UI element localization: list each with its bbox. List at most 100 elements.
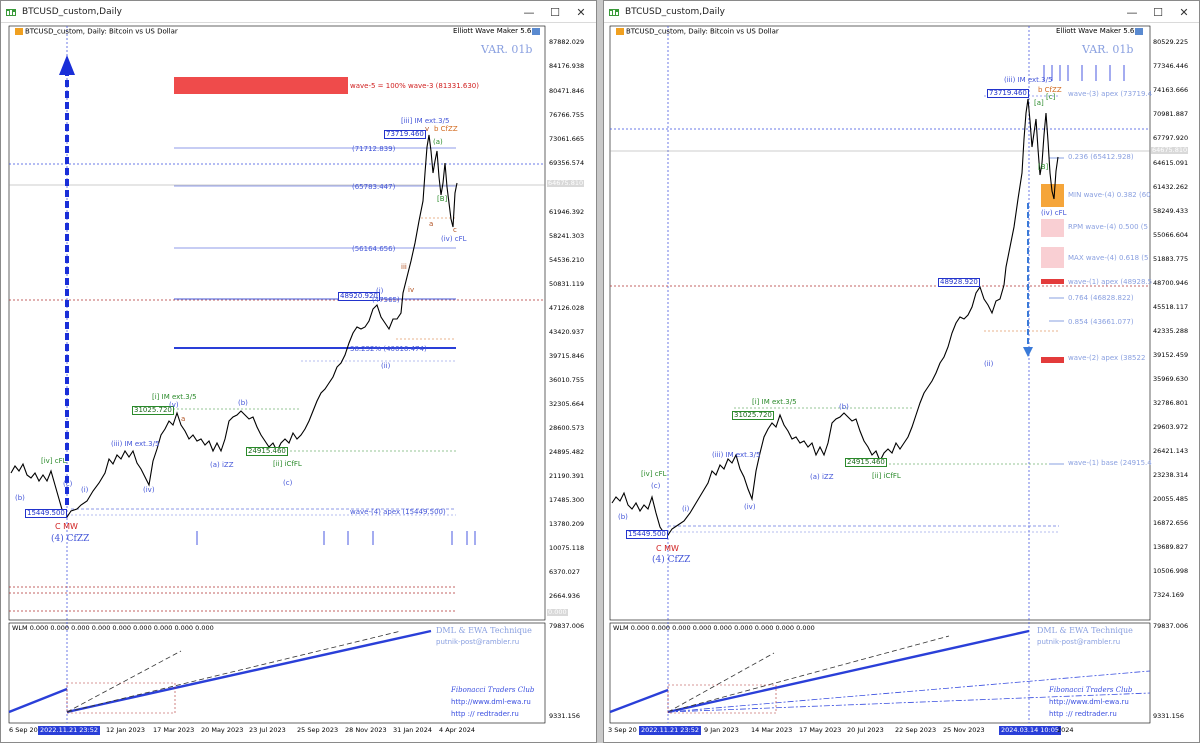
price-box: 48928.920	[938, 278, 980, 287]
wave-label: (i)	[81, 486, 89, 494]
wave-label: [B]	[1038, 163, 1049, 171]
minimize-icon[interactable]: —	[1119, 3, 1145, 21]
price-tick: 87882.029	[549, 38, 585, 46]
wave-label: (c)	[283, 479, 293, 487]
variant-label: VAR. 01b	[481, 43, 533, 56]
wave-label: C MW	[55, 522, 78, 531]
wave-label: [a]	[1034, 99, 1044, 107]
time-tick: 20 May 2023	[201, 726, 244, 734]
left-chart-window[interactable]: BTCUSD_custom,Daily — ☐ ✕ BTCUSD_custom,…	[0, 0, 597, 743]
zero-marker: 0.000	[547, 608, 568, 616]
time-tick: 9 Jan 2023	[704, 726, 739, 734]
credit-url1: http://www.dml-ewa.ru	[1049, 698, 1129, 706]
price-tick: 36010.755	[549, 376, 585, 384]
time-tick: 31 Jan 2024	[393, 726, 432, 734]
price-tick: 45518.117	[1153, 303, 1189, 311]
price-tick: 10506.998	[1153, 567, 1189, 575]
right-window-titlebar[interactable]: BTCUSD_custom,Daily — ☐ ✕	[604, 1, 1199, 23]
wave-label: (iii) IM ext.3/5	[712, 451, 761, 459]
wave-label: v	[425, 125, 430, 133]
price-tick: 7324.169	[1153, 591, 1185, 599]
price-tick: 55066.604	[1153, 231, 1189, 239]
wave-label: b CfZZ	[434, 125, 458, 133]
wave-label: (4) CfZZ	[652, 555, 691, 565]
chart-symbol-icon	[616, 28, 624, 35]
price-tick: 17485.300	[549, 496, 585, 504]
wave-label: (a)	[433, 138, 443, 146]
price-tick: 32305.664	[549, 400, 585, 408]
credit-email: putnik-post@rambler.ru	[1037, 638, 1121, 646]
time-tick: 6 Sep 20	[9, 726, 38, 734]
wave-label: (a) iZZ	[210, 461, 234, 469]
price-tick: 54536.210	[549, 256, 585, 264]
price-tick: 80529.225	[1153, 38, 1189, 46]
fib-zone-label: wave-(3) apex (73719.4	[1068, 90, 1153, 98]
close-icon[interactable]: ✕	[568, 3, 594, 21]
price-box: 31025.720	[132, 406, 174, 415]
chart-header: BTCUSD_custom, Daily: Bitcoin vs US Doll…	[616, 28, 779, 36]
apex-label: wave-(4) apex (15449.500)	[350, 508, 446, 516]
sub-axis-tick: 9331.156	[549, 712, 581, 720]
price-tick: 61432.262	[1153, 183, 1189, 191]
time-tick: 23 Jul 2023	[249, 726, 286, 734]
wave-label: (iv)	[143, 486, 155, 494]
price-tick: 26421.143	[1153, 447, 1189, 455]
wave-label: (b)	[618, 513, 628, 521]
fib-zone-label: wave-(1) apex (48928.5	[1068, 278, 1153, 286]
wave-label: [i] IM ext.3/5	[752, 398, 797, 406]
wave-label: a	[181, 415, 186, 423]
wave-label: (a) iZZ	[810, 473, 834, 481]
fib-level-label: (47565)	[372, 296, 400, 304]
left-window-titlebar[interactable]: BTCUSD_custom,Daily — ☐ ✕	[1, 1, 596, 23]
time-tick: 14 Mar 2023	[751, 726, 793, 734]
maximize-icon[interactable]: ☐	[1145, 3, 1171, 21]
fib-zone-label: 0.854 (43661.077)	[1068, 318, 1134, 326]
fib-level-label: (71712.839)	[352, 145, 396, 153]
price-tick: 48700.946	[1153, 279, 1189, 287]
price-tick: 42335.288	[1153, 327, 1189, 335]
wave-label: (c)	[651, 482, 661, 490]
wave-label: [iv] cFL	[41, 457, 67, 465]
right-price-chart[interactable]	[604, 23, 1200, 743]
credit-email: putnik-post@rambler.ru	[436, 638, 520, 646]
time-cursor-label: 2024.03.14 10:05	[999, 726, 1062, 735]
price-tick: 69356.574	[549, 159, 585, 167]
right-chart-window[interactable]: BTCUSD_custom,Daily — ☐ ✕ BTCUSD_custom,…	[603, 0, 1200, 743]
indicator-icon	[532, 28, 540, 35]
wave-label: (v)	[169, 401, 179, 409]
indicator-name: Elliott Wave Maker 5.63	[1056, 27, 1139, 35]
left-price-chart[interactable]	[1, 23, 597, 743]
price-tick: 67797.920	[1153, 134, 1189, 142]
time-tick: 17 Mar 2023	[153, 726, 195, 734]
wave-label: (4) CfZZ	[51, 534, 90, 544]
price-tick: 43420.937	[549, 328, 585, 336]
price-tick: 50831.119	[549, 280, 585, 288]
minimize-icon[interactable]: —	[516, 3, 542, 21]
indicator-name: Elliott Wave Maker 5.63	[453, 27, 536, 35]
price-tick: 10075.118	[549, 544, 585, 552]
price-tick: 16872.656	[1153, 519, 1189, 527]
maximize-icon[interactable]: ☐	[542, 3, 568, 21]
price-box: 24915.460	[246, 447, 288, 456]
chart-header-text: BTCUSD_custom, Daily: Bitcoin vs US Doll…	[25, 27, 178, 36]
wave-label: (ii)	[381, 362, 391, 370]
chart-header-text: BTCUSD_custom, Daily: Bitcoin vs US Doll…	[626, 27, 779, 36]
close-icon[interactable]: ✕	[1171, 3, 1197, 21]
price-tick: 70981.887	[1153, 110, 1189, 118]
price-tick: 58241.303	[549, 232, 585, 240]
time-tick: 28 Nov 2023	[345, 726, 387, 734]
price-box: 15449.500	[626, 530, 668, 539]
wave-label: (b)	[238, 399, 248, 407]
time-tick: 20 Jul 2023	[847, 726, 884, 734]
time-cursor-label: 2022.11.21 23:52	[38, 726, 101, 735]
price-box: 24915.460	[845, 458, 887, 467]
fib-level-label: (65783.447)	[352, 183, 396, 191]
target-label: wave-5 = 100% wave-3 (81331.630)	[350, 82, 479, 90]
fib-level-label: 38.252% (40616.474)	[350, 345, 427, 353]
time-tick: 2024	[1057, 726, 1074, 734]
sub-axis-tick: 79837.006	[549, 622, 585, 630]
fib-zone-label: 0.236 (65412.928)	[1068, 153, 1134, 161]
wlm-indicator: WLM 0.000 0.000 0.000 0.000 0.000 0.000 …	[613, 624, 815, 632]
time-tick: 4 Apr 2024	[439, 726, 476, 734]
current-price-marker: 64675.810	[547, 179, 585, 187]
